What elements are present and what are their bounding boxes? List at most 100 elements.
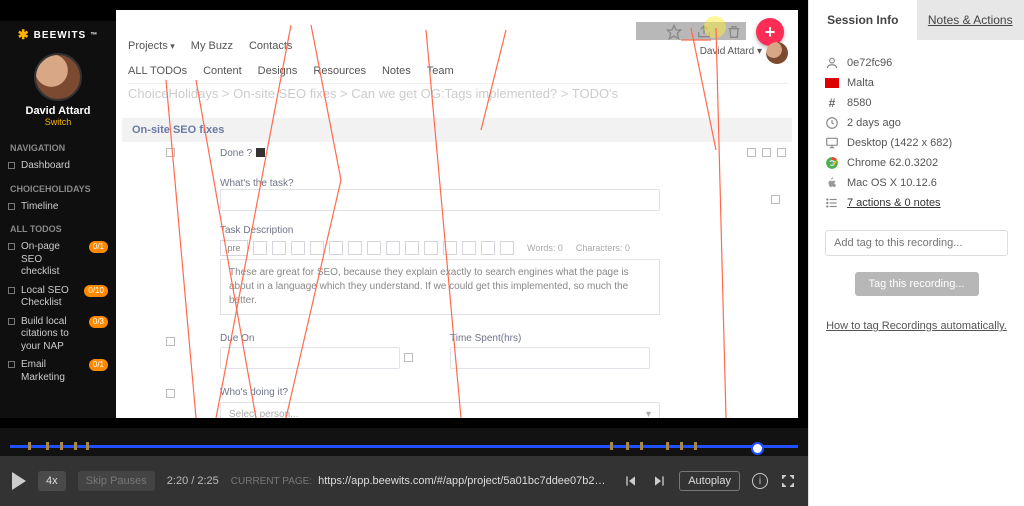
- skip-back-icon[interactable]: [623, 473, 639, 489]
- tab-team[interactable]: Team: [427, 65, 454, 77]
- tag-button[interactable]: Tag this recording...: [855, 272, 979, 296]
- list-icon: [825, 196, 839, 210]
- breadcrumb: ChoiceHolidays > On-site SEO fixes > Can…: [128, 86, 618, 101]
- user-avatar[interactable]: [34, 53, 82, 101]
- task-input[interactable]: [220, 189, 660, 211]
- header-username[interactable]: David Attard ▾: [700, 46, 762, 57]
- app-sidebar: ✱ BEEWITS™ David Attard Switch NAVIGATIO…: [0, 21, 116, 418]
- tab-all-todos[interactable]: ALL TODOs: [128, 65, 187, 77]
- hash-icon: #: [825, 96, 839, 110]
- user-icon: [825, 56, 839, 70]
- nav-email-mkt[interactable]: Email Marketing0/1: [0, 356, 116, 387]
- toolbar-btn[interactable]: [310, 241, 324, 255]
- session-number: 8580: [847, 97, 871, 109]
- tag-help-link[interactable]: How to tag Recordings automatically.: [825, 320, 1008, 332]
- session-age: 2 days ago: [847, 117, 901, 129]
- who-select[interactable]: Select person...▾: [220, 402, 660, 418]
- bee-icon: ✱: [18, 27, 30, 43]
- desc-textarea[interactable]: These are great for SEO, because they ex…: [220, 259, 660, 315]
- brand-logo: ✱ BEEWITS™: [0, 21, 116, 47]
- tab-content[interactable]: Content: [203, 65, 242, 77]
- flag-icon: [825, 76, 839, 90]
- action-box-1[interactable]: [747, 148, 756, 157]
- session-id: 0e72fc96: [847, 57, 892, 69]
- nav-projects[interactable]: Projects: [128, 40, 175, 52]
- fullscreen-icon[interactable]: [780, 473, 796, 489]
- apple-icon: [825, 176, 839, 190]
- trash-icon[interactable]: [726, 24, 742, 40]
- time-display: 2:20 / 2:25: [167, 475, 219, 487]
- nav-mybuzz[interactable]: My Buzz: [191, 40, 233, 52]
- toolbar-btn[interactable]: [272, 241, 286, 255]
- tab-designs[interactable]: Designs: [258, 65, 298, 77]
- skip-fwd-icon[interactable]: [651, 473, 667, 489]
- toolbar-btn[interactable]: [386, 241, 400, 255]
- switch-link[interactable]: Switch: [0, 117, 116, 127]
- speed-button[interactable]: 4x: [38, 471, 66, 491]
- recording-viewport: ✱ BEEWITS™ David Attard Switch NAVIGATIO…: [0, 0, 808, 428]
- star-icon[interactable]: [666, 24, 682, 40]
- char-count: Characters: 0: [576, 243, 630, 253]
- section-title: On-site SEO fixes: [122, 118, 792, 142]
- tab-notes-actions[interactable]: Notes & Actions: [917, 0, 1024, 40]
- who-label: Who's doing it?: [220, 387, 786, 398]
- nav-contacts[interactable]: Contacts: [249, 40, 292, 52]
- toolbar-btn[interactable]: [253, 241, 267, 255]
- toolbar-btn[interactable]: [329, 241, 343, 255]
- toolbar-btn[interactable]: [367, 241, 381, 255]
- calendar-icon[interactable]: [404, 353, 413, 362]
- toolbar-pre[interactable]: pre: [220, 240, 248, 256]
- captured-page: + Projects My Buzz Contacts David Attard…: [116, 10, 798, 418]
- toolbar-btn[interactable]: [424, 241, 438, 255]
- time-label: Time Spent(hrs): [450, 333, 660, 344]
- user-name: David Attard: [0, 105, 116, 117]
- session-browser: Chrome 62.0.3202: [847, 157, 938, 169]
- nav-heading-alltodos: ALL TODOS: [0, 216, 116, 238]
- session-country: Malta: [847, 77, 874, 89]
- editor-toolbar: pre Words: 0 Characters: 0: [220, 240, 786, 256]
- task-label: What's the task?: [220, 178, 786, 189]
- desc-label: Task Description: [220, 225, 786, 236]
- toolbar-btn[interactable]: [348, 241, 362, 255]
- tag-input[interactable]: [825, 230, 1008, 256]
- done-label: Done ?: [220, 148, 252, 159]
- nav-onpage-seo[interactable]: On-page SEO checklist0/1: [0, 238, 116, 282]
- toolbar-btn[interactable]: [481, 241, 495, 255]
- session-panel: Session Info Notes & Actions 0e72fc96 Ma…: [808, 0, 1024, 506]
- due-input[interactable]: [220, 347, 400, 369]
- autoplay-button[interactable]: Autoplay: [679, 471, 740, 491]
- desktop-icon: [825, 136, 839, 150]
- info-icon[interactable]: i: [752, 473, 768, 489]
- task-input-icon[interactable]: [771, 195, 780, 204]
- chrome-icon: [825, 156, 839, 170]
- top-nav: Projects My Buzz Contacts: [128, 40, 292, 52]
- nav-timeline[interactable]: Timeline: [0, 198, 116, 217]
- due-label: Due On: [220, 333, 430, 344]
- session-os: Mac OS X 10.12.6: [847, 177, 937, 189]
- nav-local-seo[interactable]: Local SEO Checklist0/10: [0, 282, 116, 313]
- share-icon[interactable]: [696, 24, 712, 40]
- tab-resources[interactable]: Resources: [313, 65, 366, 77]
- header-avatar[interactable]: [766, 42, 788, 64]
- action-box-3[interactable]: [777, 148, 786, 157]
- action-box-2[interactable]: [762, 148, 771, 157]
- playback-timeline[interactable]: [0, 428, 808, 456]
- toolbar-btn[interactable]: [405, 241, 419, 255]
- nav-dashboard[interactable]: Dashboard: [0, 157, 116, 176]
- toolbar-btn[interactable]: [462, 241, 476, 255]
- project-tabs: ALL TODOs Content Designs Resources Note…: [128, 65, 788, 84]
- nav-heading-navigation: NAVIGATION: [0, 135, 116, 157]
- toolbar-btn[interactable]: [443, 241, 457, 255]
- player-controls: 4x Skip Pauses 2:20 / 2:25 CURRENT PAGE:…: [0, 456, 808, 506]
- tab-notes[interactable]: Notes: [382, 65, 411, 77]
- tab-session-info[interactable]: Session Info: [809, 0, 917, 40]
- time-input[interactable]: [450, 347, 650, 369]
- skip-pauses-button[interactable]: Skip Pauses: [78, 471, 155, 491]
- done-checkbox[interactable]: [256, 148, 265, 160]
- nav-citations[interactable]: Build local citations to your NAP0/3: [0, 313, 116, 357]
- toolbar-btn[interactable]: [291, 241, 305, 255]
- session-actions[interactable]: 7 actions & 0 notes: [847, 197, 941, 209]
- word-count: Words: 0: [527, 243, 563, 253]
- play-button[interactable]: [12, 472, 26, 490]
- toolbar-btn[interactable]: [500, 241, 514, 255]
